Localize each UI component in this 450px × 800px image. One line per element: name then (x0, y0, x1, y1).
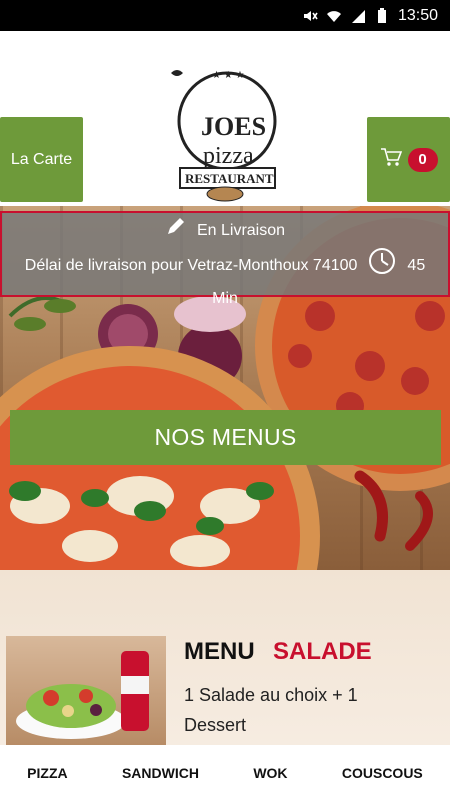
delivery-time: 45 (407, 257, 426, 274)
restaurant-logo: ★ ★ ★ JOES pizza RESTAURANT (165, 63, 285, 203)
nos-menus-button[interactable]: NOS MENUS (10, 410, 441, 465)
svg-text:★ ★ ★: ★ ★ ★ (212, 70, 244, 81)
delivery-info-box[interactable]: En Livraison Délai de livraison pour Vet… (0, 211, 450, 307)
battery-icon (374, 7, 390, 24)
la-carte-button[interactable]: La Carte (0, 117, 83, 202)
nav-sandwich[interactable]: SANDWICH (116, 757, 205, 789)
la-carte-label: La Carte (10, 150, 73, 168)
nav-wok[interactable]: WOK (247, 757, 293, 789)
nav-couscous[interactable]: COUSCOUS (336, 757, 429, 789)
delivery-mode: En Livraison (196, 222, 286, 239)
cart-count-badge: 0 (407, 147, 438, 172)
mute-icon (302, 8, 318, 24)
signal-icon (350, 8, 366, 24)
salad-menu-image[interactable] (6, 636, 166, 745)
bottom-navigation: PIZZA SANDWICH WOK COUSCOUS (0, 745, 450, 800)
delivery-text: Délai de livraison pour Vetraz-Monthoux … (24, 257, 358, 274)
nav-pizza[interactable]: PIZZA (21, 757, 73, 789)
menu-section: MENU SALADE 1 Salade au choix + 1 Desser… (0, 570, 450, 745)
status-bar: 13:50 (0, 0, 450, 31)
menu-card-title: MENU (184, 638, 255, 665)
wifi-icon (326, 8, 342, 24)
cart-icon (380, 147, 402, 172)
status-time: 13:50 (397, 6, 438, 24)
nos-menus-label: NOS MENUS (154, 424, 297, 450)
menu-card-description: 1 Salade au choix + 1 Dessert (184, 685, 358, 735)
clock-icon (367, 246, 397, 285)
pencil-icon (165, 215, 187, 246)
delivery-unit: Min (212, 290, 238, 307)
svg-text:pizza: pizza (203, 143, 254, 169)
svg-text:JOES: JOES (201, 112, 266, 141)
menu-card-title-accent: SALADE (273, 638, 372, 665)
svg-text:RESTAURANT: RESTAURANT (185, 171, 274, 186)
cart-button[interactable]: 0 (367, 117, 450, 202)
header: La Carte ★ ★ ★ JOES pizza RESTAURANT 0 (0, 31, 450, 206)
